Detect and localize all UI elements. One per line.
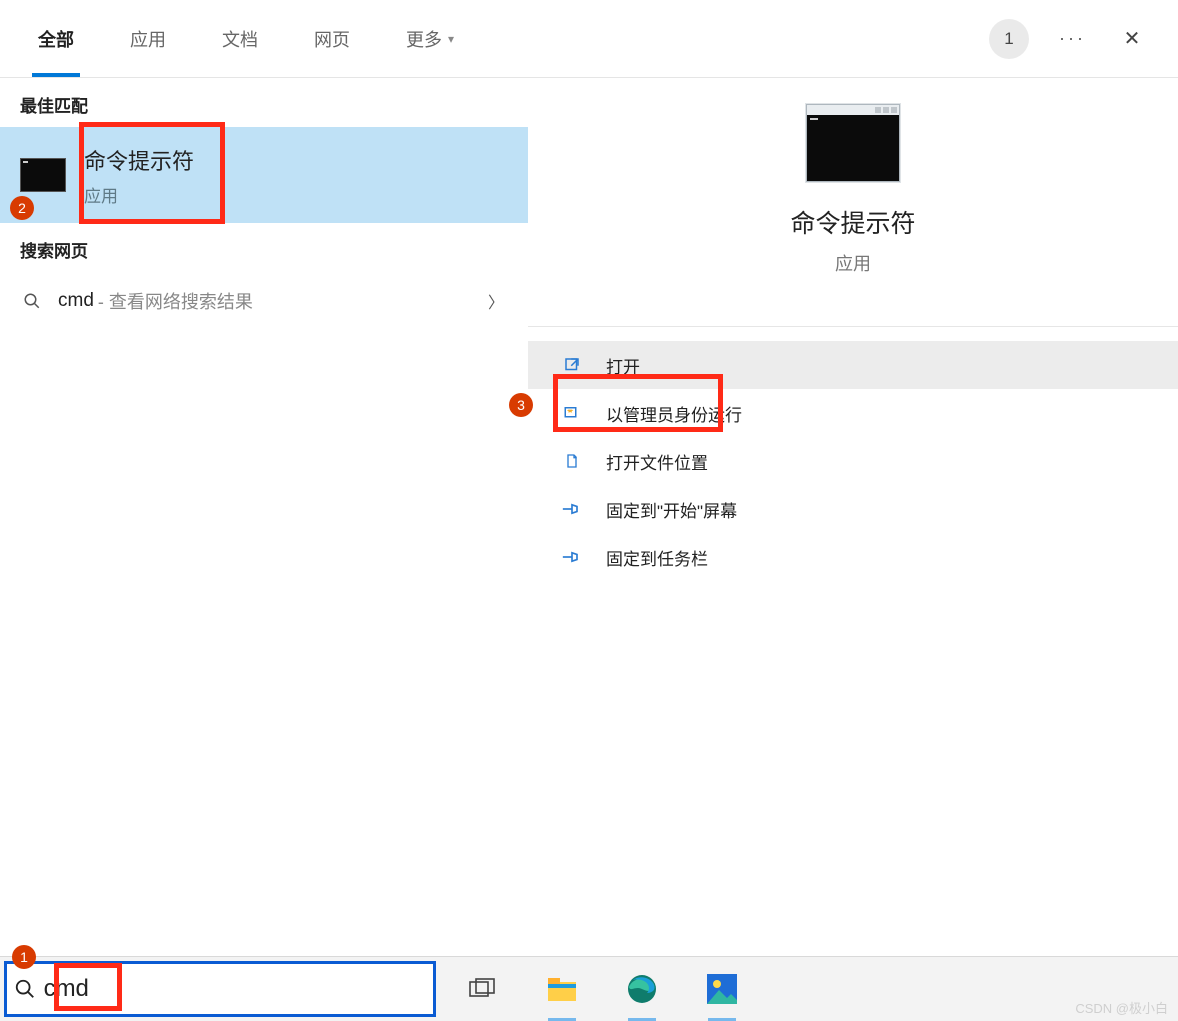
header-controls: 1 ··· ✕ bbox=[989, 0, 1178, 77]
web-hint: - 查看网络搜索结果 bbox=[98, 288, 253, 314]
cmd-window-icon bbox=[807, 115, 899, 181]
profile-badge[interactable]: 1 bbox=[989, 19, 1029, 59]
taskbar-icons bbox=[464, 971, 740, 1007]
action-label: 固定到任务栏 bbox=[606, 545, 708, 570]
tab-label: 应用 bbox=[130, 26, 166, 52]
best-match-header: 最佳匹配 bbox=[0, 78, 528, 127]
action-pin-start[interactable]: 固定到"开始"屏幕 bbox=[528, 485, 1178, 533]
badge-count: 1 bbox=[1004, 29, 1013, 49]
cmd-thumbnail-icon bbox=[20, 158, 66, 192]
tab-apps[interactable]: 应用 bbox=[102, 0, 194, 77]
preview-title: 命令提示符 bbox=[790, 204, 915, 240]
preview-thumbnail bbox=[806, 104, 900, 182]
tab-label: 更多 bbox=[406, 26, 442, 52]
search-input[interactable] bbox=[44, 964, 433, 1014]
pin-icon bbox=[558, 549, 586, 565]
task-view-icon[interactable] bbox=[464, 971, 500, 1007]
web-results-header: 搜索网页 bbox=[0, 223, 528, 272]
open-icon bbox=[558, 356, 586, 374]
action-run-admin[interactable]: 以管理员身份运行 bbox=[528, 389, 1178, 437]
web-search-row[interactable]: cmd - 查看网络搜索结果 〉 bbox=[0, 272, 528, 330]
taskbar-searchbox[interactable] bbox=[4, 961, 436, 1017]
action-label: 打开文件位置 bbox=[606, 449, 708, 474]
taskbar bbox=[0, 956, 1178, 1021]
action-open-location[interactable]: 打开文件位置 bbox=[528, 437, 1178, 485]
pin-icon bbox=[558, 501, 586, 517]
shield-icon bbox=[558, 404, 586, 422]
annotation-number-3: 3 bbox=[509, 393, 533, 417]
best-match-item[interactable]: 命令提示符 应用 bbox=[0, 127, 528, 223]
preview-panel: 命令提示符 应用 打开 以管理员身份运行 打开文件位置 bbox=[528, 78, 1178, 956]
close-icon[interactable]: ✕ bbox=[1116, 26, 1148, 51]
action-label: 打开 bbox=[606, 353, 640, 378]
folder-icon bbox=[558, 451, 586, 471]
main-area: 最佳匹配 命令提示符 应用 搜索网页 cmd - 查看网络搜索结果 〉 命令提示… bbox=[0, 78, 1178, 956]
tab-docs[interactable]: 文档 bbox=[194, 0, 286, 77]
tab-web[interactable]: 网页 bbox=[286, 0, 378, 77]
action-open[interactable]: 打开 bbox=[528, 341, 1178, 389]
edge-browser-icon[interactable] bbox=[624, 971, 660, 1007]
tab-label: 全部 bbox=[38, 26, 74, 52]
annotation-number-1: 1 bbox=[12, 945, 36, 969]
photos-app-icon[interactable] bbox=[704, 971, 740, 1007]
search-icon bbox=[20, 292, 44, 310]
action-label: 固定到"开始"屏幕 bbox=[606, 497, 737, 522]
best-match-subtitle: 应用 bbox=[84, 182, 194, 207]
tab-more[interactable]: 更多 ▾ bbox=[378, 0, 482, 77]
watermark: CSDN @极小白 bbox=[1075, 998, 1168, 1017]
action-list: 打开 以管理员身份运行 打开文件位置 固定到"开始"屏幕 bbox=[528, 326, 1178, 581]
preview-subtitle: 应用 bbox=[835, 250, 871, 276]
search-header: 全部 应用 文档 网页 更多 ▾ 1 ··· ✕ bbox=[0, 0, 1178, 78]
best-match-text: 命令提示符 应用 bbox=[84, 144, 194, 207]
tab-label: 文档 bbox=[222, 26, 258, 52]
action-label: 以管理员身份运行 bbox=[606, 401, 742, 426]
action-pin-taskbar[interactable]: 固定到任务栏 bbox=[528, 533, 1178, 581]
best-match-title: 命令提示符 bbox=[84, 144, 194, 176]
results-panel: 最佳匹配 命令提示符 应用 搜索网页 cmd - 查看网络搜索结果 〉 bbox=[0, 78, 528, 956]
tab-label: 网页 bbox=[314, 26, 350, 52]
category-tabs: 全部 应用 文档 网页 更多 ▾ bbox=[0, 0, 482, 77]
web-query: cmd bbox=[58, 290, 94, 312]
annotation-number-2: 2 bbox=[10, 196, 34, 220]
tab-all[interactable]: 全部 bbox=[10, 0, 102, 77]
more-options-icon[interactable]: ··· bbox=[1059, 28, 1086, 49]
search-icon bbox=[7, 978, 44, 1000]
chevron-right-icon: 〉 bbox=[488, 289, 504, 313]
file-explorer-icon[interactable] bbox=[544, 971, 580, 1007]
window-titlebar-icon bbox=[807, 105, 899, 115]
chevron-down-icon: ▾ bbox=[448, 32, 454, 46]
